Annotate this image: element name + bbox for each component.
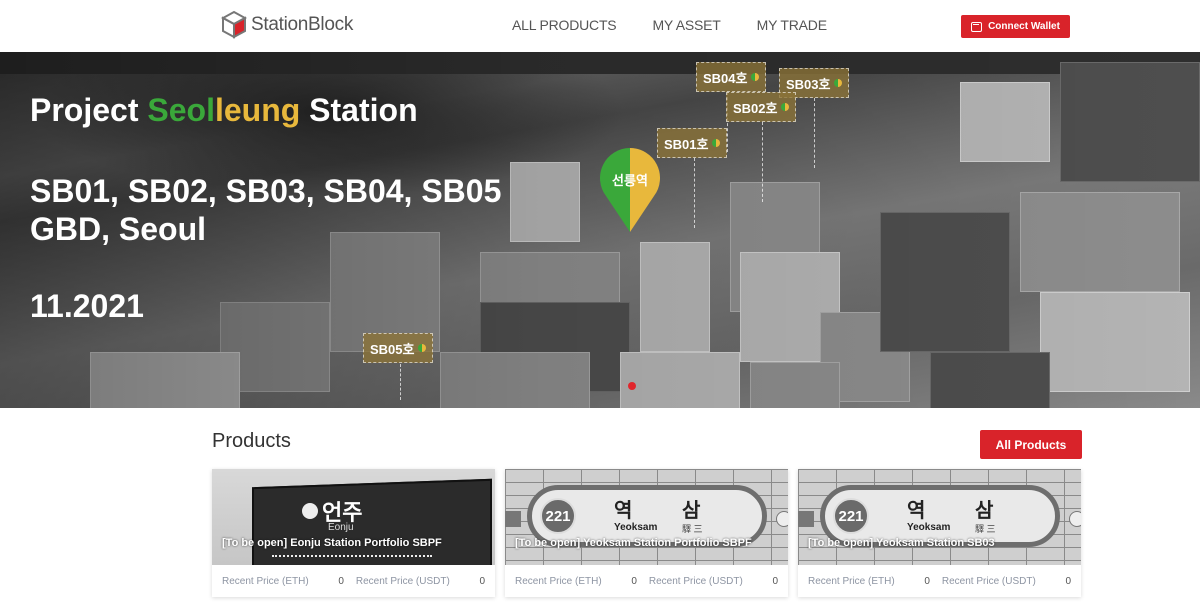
tag-sb02[interactable]: SB02호 [726,92,797,122]
station-sign [252,478,492,565]
sign-english: Yeoksam [907,522,951,533]
nav-my-asset[interactable]: MY ASSET [652,17,720,33]
product-card[interactable]: 언주 Eonju [To be open] Eonju Station Port… [212,469,495,597]
eth-price-label: Recent Price (ETH) [222,575,309,587]
tag-sb04[interactable]: SB04호 [696,62,767,92]
usdt-price-label: Recent Price (USDT) [648,575,743,587]
product-prices: Recent Price (ETH) 0 Recent Price (USDT)… [505,565,788,597]
connect-wallet-label: Connect Wallet [988,21,1060,32]
location-line: GBD, Seoul [30,211,207,247]
eth-price-value: 0 [924,575,930,587]
product-card[interactable]: 221 역 삼 Yeoksam 驛 三 [To be open] Yeoksam… [505,469,788,597]
tag-line [694,158,695,228]
logo-text: StationBlock [251,14,354,35]
nav-my-trade[interactable]: MY TRADE [757,17,827,33]
sign-side [798,511,814,527]
tag-sb05[interactable]: SB05호 [363,333,434,363]
tag-label: SB04호 [703,70,748,86]
eth-price-label: Recent Price (ETH) [515,575,602,587]
product-image: 221 역 삼 Yeoksam 驛 三 [To be open] Yeoksam… [505,469,788,565]
tag-label: SB01호 [664,136,709,152]
tag-label: SB05호 [370,341,415,357]
line-circle-icon [302,503,318,519]
line-track [272,555,432,557]
sign-english: Yeoksam [614,522,658,533]
tag-dot-icon [712,139,721,147]
product-name: [To be open] Yeoksam Station Portfolio S… [515,537,752,549]
tag-label: SB02호 [733,100,778,116]
logo[interactable]: StationBlock [221,10,353,40]
tag-line [400,364,401,400]
sign-korean-2: 삼 [682,500,701,522]
tag-dot-icon [781,103,790,111]
station-number: 221 [540,498,576,534]
nav-all-products[interactable]: ALL PRODUCTS [512,17,617,33]
lots-line: SB01, SB02, SB03, SB04, SB05 [30,173,502,209]
station-pin-label: 선릉역 [612,173,648,188]
station-pin[interactable]: 선릉역 [600,148,660,232]
tag-dot-icon [834,79,843,87]
title-prefix: Project [30,92,148,128]
usdt-price-value: 0 [772,575,778,587]
product-image: 언주 Eonju [To be open] Eonju Station Port… [212,469,495,565]
sign-hanja: 驛 三 [682,524,703,534]
hero-banner: Project Seolleung Station SB01, SB02, SB… [0,52,1200,408]
station-number: 221 [833,498,869,534]
sign-korean-1: 역 [907,500,926,522]
eth-price-value: 0 [338,575,344,587]
eth-price-value: 0 [631,575,637,587]
title-yellow: leung [214,92,301,128]
wallet-icon [971,21,983,32]
hero-date: 11.2021 [30,288,144,324]
product-prices: Recent Price (ETH) 0 Recent Price (USDT)… [212,565,495,597]
tag-sb01[interactable]: SB01호 [657,128,728,158]
sign-english: Eonju [328,522,354,533]
product-card[interactable]: 221 역 삼 Yeoksam 驛 三 [To be open] Yeoksam… [798,469,1081,597]
tag-line [814,98,815,168]
title-suffix: Station [300,92,418,128]
tag-line [762,122,763,202]
usdt-price-label: Recent Price (USDT) [941,575,1036,587]
product-name: [To be open] Eonju Station Portfolio SBP… [222,537,442,549]
usdt-price-label: Recent Price (USDT) [355,575,450,587]
sign-side [505,511,521,527]
products-heading: Products [212,430,291,452]
hero-title: Project Seolleung Station [30,92,418,129]
product-prices: Recent Price (ETH) 0 Recent Price (USDT)… [798,565,1081,597]
usdt-price-value: 0 [479,575,485,587]
sign-side [1069,511,1081,527]
all-products-button[interactable]: All Products [980,430,1082,459]
sign-korean-2: 삼 [975,500,994,522]
tag-label: SB03호 [786,76,831,92]
cube-logo-icon [221,10,247,39]
connect-wallet-button[interactable]: Connect Wallet [961,15,1070,38]
sign-korean-1: 역 [614,500,633,522]
tag-dot-icon [751,73,760,81]
eth-price-label: Recent Price (ETH) [808,575,895,587]
sign-side [776,511,788,527]
top-header: StationBlock ALL PRODUCTS MY ASSET MY TR… [0,0,1200,52]
map-pin-icon [600,148,660,232]
product-image: 221 역 삼 Yeoksam 驛 三 [To be open] Yeoksam… [798,469,1081,565]
main-nav: ALL PRODUCTS MY ASSET MY TRADE [512,17,863,33]
hero-lots-text: SB01, SB02, SB03, SB04, SB05 GBD, Seoul [30,172,501,248]
title-green: Seol [147,92,215,128]
tag-dot-icon [418,344,427,352]
product-name: [To be open] Yeoksam Station SB03 [808,537,995,549]
sign-hanja: 驛 三 [975,524,996,534]
usdt-price-value: 0 [1065,575,1071,587]
slide-indicator-dot[interactable] [628,382,636,390]
